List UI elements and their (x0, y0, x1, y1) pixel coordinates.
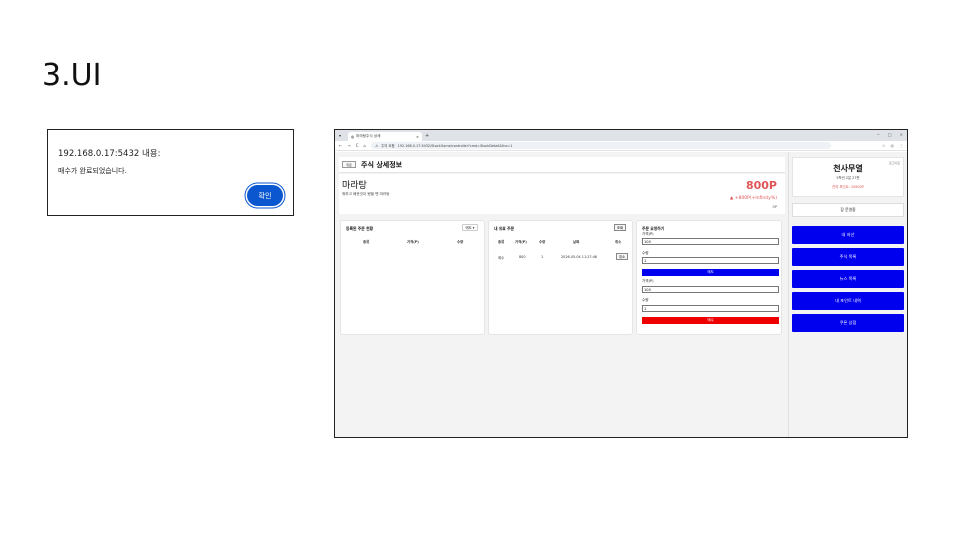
sell-price-label: 가격(P) (642, 232, 654, 236)
buy-price-input[interactable]: 100 (642, 286, 779, 293)
nav-news-list[interactable]: 뉴스 목록 (792, 270, 904, 288)
column-header: 종류 (498, 240, 505, 244)
toolbar-icons: ☆ ◎ ⋮ (882, 143, 903, 148)
stock-change: ▲ +800P(+Infinity%) (729, 196, 777, 201)
order-type: 매수 (498, 256, 505, 260)
search-button[interactable]: 조회 (614, 224, 626, 231)
stock-description: 뭐하고 배운것이 됐을 땐 마라탕 (342, 192, 390, 196)
page-content: 뒤로 주식 상세정보 마라탕 뭐하고 배운것이 됐을 땐 마라탕 800P ▲ … (335, 152, 907, 437)
stock-info: 마라탕 뭐하고 배운것이 됐을 땐 마라탕 800P ▲ +800P(+Infi… (339, 174, 785, 214)
sell-button[interactable]: 매도 (642, 269, 779, 276)
order-qty: 1 (541, 255, 544, 259)
url-field[interactable]: ⚠ 주의 요함 192.168.0.17:5432/StockGame/cont… (371, 142, 832, 149)
panel-title: 등록된 주문 현황 (346, 226, 374, 231)
panel-title: 내 유효 주문 (494, 226, 515, 231)
buy-button[interactable]: 매수 (642, 317, 779, 324)
alert-origin: 192.168.0.17:5432 내용: (58, 149, 161, 159)
my-orders-panel: 내 유효 주문 조회 종류 가격(P) 수량 날짜 취소 매수 800 1 20… (488, 220, 633, 335)
order-form-panel: 주문 요청하기 가격(P) 100 수량 1 매도 가격(P) 100 수량 1… (636, 220, 782, 335)
order-price: 800 (519, 255, 526, 259)
window-controls: − □ × (877, 132, 904, 137)
home-icon[interactable]: ⌂ (364, 143, 367, 148)
forward-icon[interactable]: → (347, 143, 350, 148)
game-time: 5학년 2분 27판 (836, 176, 860, 180)
bookmark-icon[interactable]: ☆ (882, 143, 886, 148)
tab-bar: ▾ ◍ 마라탕주식 상세 × + − □ × (335, 130, 907, 141)
tab-stock-detail[interactable]: ◍ 마라탕주식 상세 × (348, 132, 422, 141)
market-status: 장 운영중 (792, 203, 904, 217)
cancel-order-button[interactable]: 취소 (616, 253, 628, 260)
nav-stock-list[interactable]: 주식 목록 (792, 248, 904, 266)
stock-base-price: 0P (772, 205, 777, 209)
order-type-select[interactable]: 매도 ▾ (462, 224, 478, 231)
sidebar: 로그아웃 천사무열 5학년 2분 27판 잔여 포인트: 20800P 장 운영… (788, 152, 907, 437)
nav-point-history[interactable]: 내 포인트 내역 (792, 292, 904, 310)
new-tab-icon[interactable]: + (425, 133, 429, 139)
security-label: 주의 요함 (381, 144, 395, 148)
reload-icon[interactable]: C (356, 143, 359, 148)
sell-price-input[interactable]: 100 (642, 238, 779, 245)
sell-qty-label: 수량 (642, 251, 649, 255)
globe-icon: ◍ (351, 134, 355, 139)
column-header: 종류 (363, 240, 370, 244)
nav-my-assets[interactable]: 내 자산 (792, 226, 904, 244)
menu-icon[interactable]: ⋮ (899, 143, 903, 148)
column-header: 수량 (457, 240, 464, 244)
column-header: 취소 (615, 240, 622, 244)
page-title: 주식 상세정보 (361, 161, 403, 169)
back-button[interactable]: 뒤로 (342, 161, 356, 168)
column-header: 날짜 (573, 240, 580, 244)
browser-window: ▾ ◍ 마라탕주식 상세 × + − □ × ← → C ⌂ ⚠ 주의 요함 1… (334, 129, 908, 438)
column-header: 수량 (539, 240, 546, 244)
warning-icon: ⚠ (375, 143, 379, 148)
profile-card: 로그아웃 천사무열 5학년 2분 27판 잔여 포인트: 20800P (792, 157, 904, 197)
slide-title: 3.UI (42, 58, 102, 93)
tab-title: 마라탕주식 상세 (356, 134, 381, 138)
alert-ok-button[interactable]: 확인 (247, 185, 283, 206)
registered-orders-panel: 등록된 주문 현황 매도 ▾ 종류 가격(P) 수량 (340, 220, 485, 335)
sell-qty-input[interactable]: 1 (642, 257, 779, 264)
back-icon[interactable]: ← (339, 143, 342, 148)
minimize-icon[interactable]: − (877, 132, 880, 137)
slide: 3.UI 192.168.0.17:5432 내용: 매수가 완료되었습니다. … (0, 0, 960, 540)
tab-list-icon[interactable]: ▾ (339, 133, 341, 138)
remaining-points: 잔여 포인트: 20800P (832, 185, 864, 189)
window-close-icon[interactable]: × (900, 132, 903, 137)
stock-name: 마라탕 (342, 181, 367, 191)
order-date: 2026-05-04 11:27:46 (561, 255, 598, 259)
alert-message: 매수가 완료되었습니다. (58, 167, 127, 175)
tab-close-icon[interactable]: × (416, 135, 419, 139)
alert-dialog: 192.168.0.17:5432 내용: 매수가 완료되었습니다. 확인 (47, 129, 294, 216)
address-bar: ← → C ⌂ ⚠ 주의 요함 192.168.0.17:5432/StockG… (335, 141, 907, 151)
buy-qty-label: 수량 (642, 298, 649, 302)
column-header: 가격(P) (515, 240, 527, 244)
url-text: 192.168.0.17:5432/StockGame/controller?c… (397, 143, 513, 148)
main-area: 뒤로 주식 상세정보 마라탕 뭐하고 배운것이 됐을 땐 마라탕 800P ▲ … (339, 152, 785, 437)
buy-qty-input[interactable]: 1 (642, 305, 779, 312)
detail-header: 뒤로 주식 상세정보 (339, 157, 785, 173)
column-header: 가격(P) (407, 240, 419, 244)
buy-price-label: 가격(P) (642, 279, 654, 283)
profile-icon[interactable]: ◎ (891, 143, 895, 148)
maximize-icon[interactable]: □ (888, 132, 892, 137)
stock-price: 800P (745, 179, 777, 192)
nav-coupon-shop[interactable]: 쿠폰 상점 (792, 314, 904, 332)
user-name: 천사무열 (833, 164, 863, 173)
